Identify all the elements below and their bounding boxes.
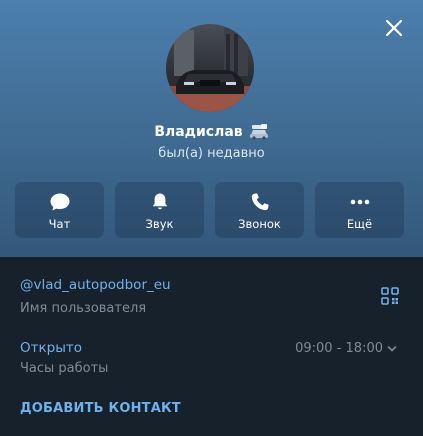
profile-header: Владислав был(а) недавно Чат Звук Звонок… (0, 0, 423, 257)
business-status: Открыто (20, 340, 82, 356)
chat-button-label: Чат (48, 217, 71, 231)
more-button[interactable]: Ещё (315, 182, 404, 238)
profile-status: был(а) недавно (158, 146, 265, 161)
call-button[interactable]: Звонок (215, 182, 304, 238)
chevron-down-icon (387, 345, 397, 352)
call-button-label: Звонок (238, 217, 281, 231)
close-icon (385, 19, 403, 37)
business-hours-value: 09:00 - 18:00 (295, 341, 383, 356)
qr-code-icon (381, 287, 399, 305)
car-emoji-icon (249, 124, 268, 140)
chat-button[interactable]: Чат (15, 182, 104, 238)
close-button[interactable] (382, 16, 406, 40)
qr-code-button[interactable] (381, 287, 399, 305)
username-caption: Имя пользователя (20, 301, 147, 316)
name-row: Владислав (0, 122, 423, 142)
info-panel: @vlad_autopodbor_eu Имя пользователя Отк… (0, 257, 423, 436)
chat-icon (50, 193, 69, 211)
business-hours-caption: Часы работы (20, 361, 109, 376)
more-button-label: Ещё (346, 217, 373, 231)
add-contact-button[interactable]: ДОБАВИТЬ КОНТАКТ (20, 401, 181, 416)
bell-icon (152, 193, 167, 210)
avatar[interactable] (166, 24, 254, 112)
business-hours-toggle[interactable]: 09:00 - 18:00 (295, 341, 397, 356)
sound-button-label: Звук (145, 217, 174, 231)
avatar-image (166, 24, 254, 112)
username-link[interactable]: @vlad_autopodbor_eu (20, 277, 171, 293)
phone-icon (251, 193, 269, 211)
action-bar: Чат Звук Звонок Ещё (15, 182, 404, 238)
sound-button[interactable]: Звук (115, 182, 204, 238)
profile-name: Владислав (154, 124, 243, 140)
more-icon (350, 199, 369, 205)
